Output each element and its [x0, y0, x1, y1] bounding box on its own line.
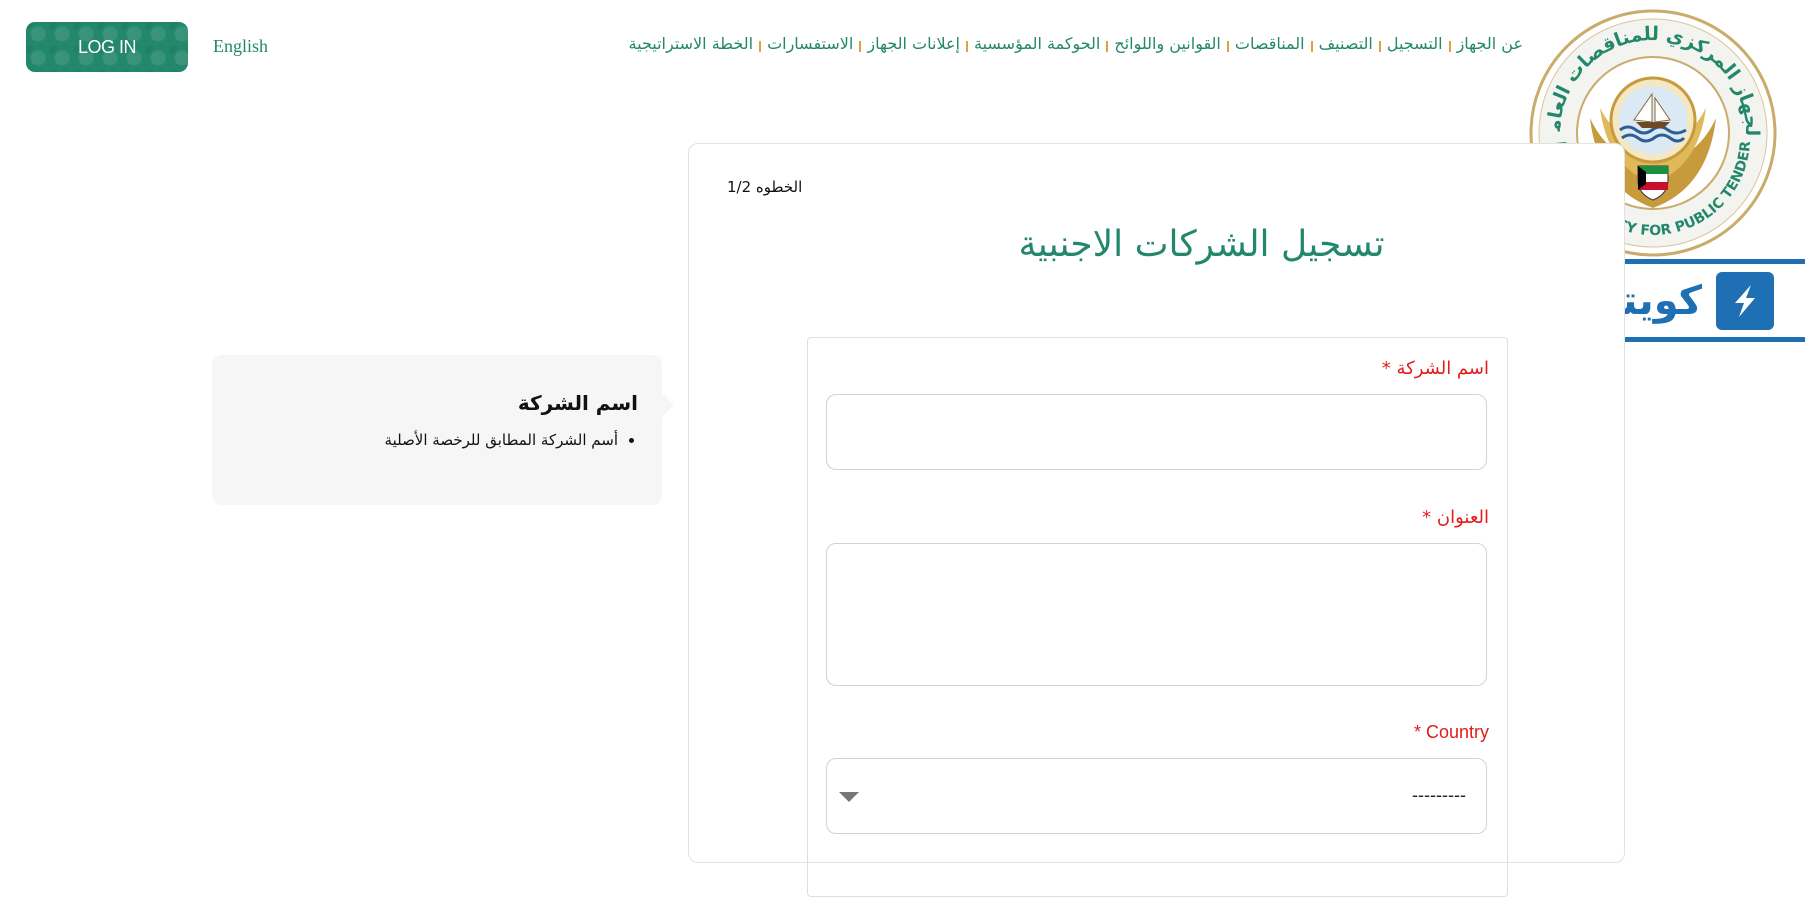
nav-separator	[1106, 41, 1109, 52]
nav-item-classification[interactable]: التصنيف	[1319, 34, 1373, 53]
nav-item-tenders[interactable]: المناقصات	[1235, 34, 1305, 53]
address-label: العنوان *	[1422, 507, 1489, 528]
registration-form-card: الخطوه 1/2 تسجيل الشركات الاجنبية اسم ال…	[688, 143, 1625, 897]
address-textarea[interactable]	[826, 543, 1487, 686]
nav-separator	[1226, 41, 1229, 52]
nav-item-announcements[interactable]: إعلانات الجهاز	[867, 34, 960, 53]
nav-separator	[965, 41, 968, 52]
step-indicator: الخطوه 1/2	[727, 178, 803, 196]
nav-separator	[1310, 41, 1313, 52]
form-fields-panel: اسم الشركة * العنوان * * Country -------…	[807, 337, 1508, 897]
country-selected-value: ---------	[1412, 785, 1466, 805]
company-name-input[interactable]	[826, 394, 1487, 470]
nav-item-about[interactable]: عن الجهاز	[1457, 34, 1523, 53]
nav-item-strategic-plan[interactable]: الخطة الاستراتيجية	[629, 34, 754, 53]
language-switch-link[interactable]: English	[213, 36, 268, 57]
kwt-lightning-icon	[1716, 271, 1775, 330]
nav-separator	[759, 41, 762, 52]
company-name-label: اسم الشركة *	[1381, 358, 1489, 379]
help-list-item: أسم الشركة المطابق للرخصة الأصلية	[236, 431, 618, 449]
page-title: تسجيل الشركات الاجنبية	[1018, 224, 1385, 265]
nav-item-laws[interactable]: القوانين واللوائح	[1114, 34, 1221, 53]
nav-item-registration[interactable]: التسجيل	[1387, 34, 1443, 53]
help-title: اسم الشركة	[517, 391, 638, 415]
chevron-down-icon	[839, 792, 859, 802]
main-nav: عن الجهاز التسجيل التصنيف المناقصات القو…	[629, 34, 1523, 53]
nav-item-governance[interactable]: الحوكمة المؤسسية	[974, 34, 1100, 53]
country-select[interactable]: ---------	[826, 758, 1487, 834]
help-list: أسم الشركة المطابق للرخصة الأصلية	[236, 431, 638, 449]
nav-separator	[859, 41, 862, 52]
nav-item-inquiries[interactable]: الاستفسارات	[767, 34, 853, 53]
nav-separator	[1448, 41, 1451, 52]
country-label: * Country	[1413, 722, 1489, 742]
field-help-box: اسم الشركة أسم الشركة المطابق للرخصة الأ…	[212, 355, 674, 505]
nav-separator	[1378, 41, 1381, 52]
login-button[interactable]: LOG IN	[26, 22, 188, 72]
